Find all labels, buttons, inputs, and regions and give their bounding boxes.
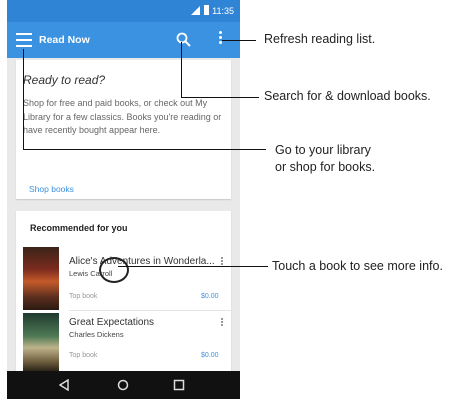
annotation-refresh: Refresh reading list. bbox=[264, 32, 376, 46]
book-title[interactable]: Great Expectations bbox=[69, 317, 154, 328]
battery-icon bbox=[204, 5, 209, 15]
annotation-book: Touch a book to see more info. bbox=[272, 259, 443, 273]
ready-body: Shop for free and paid books, or check o… bbox=[23, 98, 222, 135]
book-label: Top book bbox=[69, 352, 98, 359]
book-cover-alice[interactable] bbox=[23, 247, 59, 310]
callout-line-refresh bbox=[222, 40, 256, 41]
callout-line-search-vertical bbox=[181, 42, 182, 97]
book-author: Charles Dickens bbox=[69, 330, 124, 339]
phone-screen: 11:35 Read Now Ready to read? Shop for f… bbox=[7, 0, 240, 399]
page-title: Read Now bbox=[39, 34, 90, 46]
nav-bar bbox=[7, 371, 240, 399]
annotation-library: Go to your library or shop for books. bbox=[275, 143, 376, 174]
callout-line-book bbox=[118, 266, 268, 267]
ready-heading: Ready to read? bbox=[23, 73, 106, 87]
home-icon[interactable] bbox=[117, 379, 129, 391]
callout-line-search bbox=[181, 97, 259, 98]
book-menu-icon[interactable] bbox=[221, 318, 225, 326]
callout-line-library-vertical bbox=[23, 49, 24, 149]
book-menu-icon[interactable] bbox=[221, 257, 225, 265]
callout-circle bbox=[99, 257, 129, 283]
app-bar: Read Now bbox=[7, 22, 240, 58]
status-time: 11:35 bbox=[212, 6, 234, 16]
book-price[interactable]: $0.00 bbox=[201, 352, 219, 359]
back-icon[interactable] bbox=[59, 379, 69, 391]
recommended-title: Recommended for you bbox=[30, 223, 128, 233]
menu-icon[interactable] bbox=[16, 33, 32, 47]
divider bbox=[69, 310, 231, 311]
book-cover-great-expectations[interactable] bbox=[23, 313, 59, 371]
callout-line-library bbox=[23, 149, 266, 150]
signal-icon bbox=[191, 6, 200, 15]
annotation-search: Search for & download books. bbox=[264, 89, 431, 103]
book-label: Top book bbox=[69, 293, 98, 300]
book-price[interactable]: $0.00 bbox=[201, 293, 219, 300]
status-bar: 11:35 bbox=[7, 0, 240, 22]
shop-books-link[interactable]: Shop books bbox=[29, 184, 74, 194]
recents-icon[interactable] bbox=[173, 379, 185, 391]
search-icon[interactable] bbox=[175, 31, 193, 49]
